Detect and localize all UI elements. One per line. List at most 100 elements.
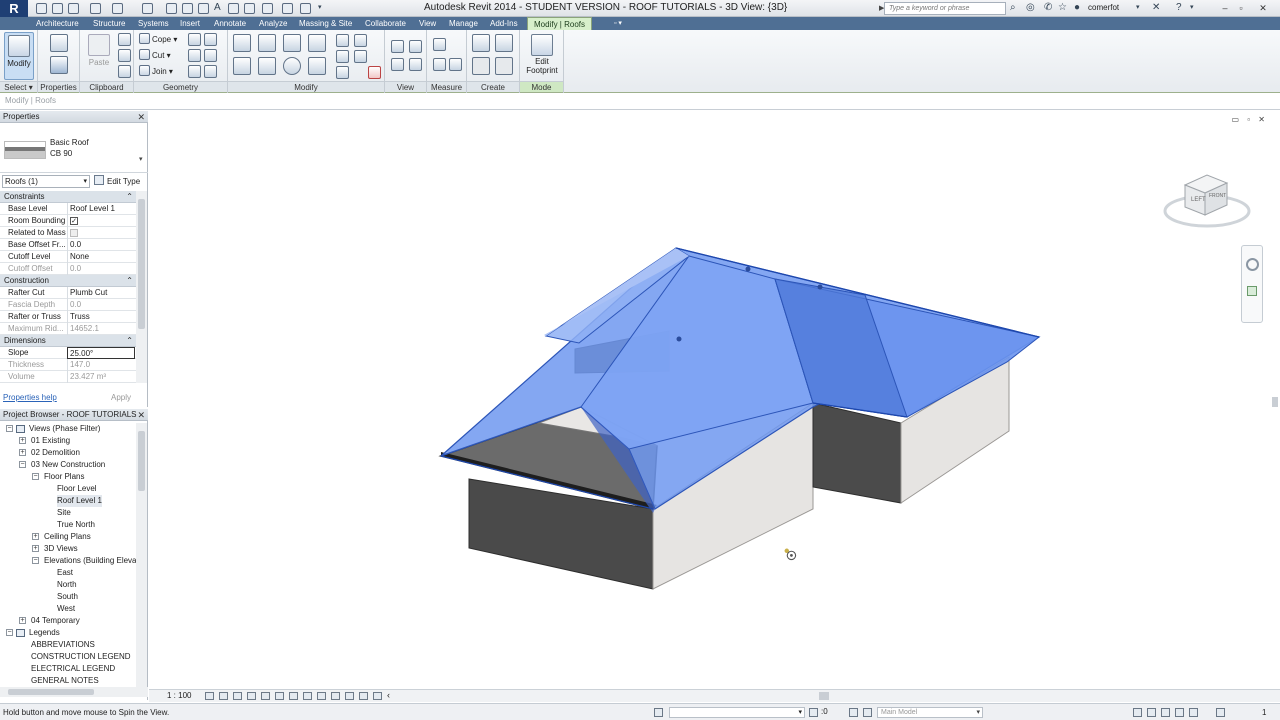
apply-button[interactable]: Apply <box>104 391 138 404</box>
design-option-dropdown[interactable]: Main Model ▾ <box>877 707 983 718</box>
tree-node[interactable]: +01 Existing <box>0 435 136 447</box>
help-icon[interactable]: ? <box>1176 2 1182 14</box>
type-selector[interactable]: Basic Roof CB 90 ▾ <box>0 125 148 173</box>
trim-extend-icon[interactable] <box>308 57 326 75</box>
panel-select-label[interactable]: Select ▾ <box>0 81 37 92</box>
temporary-view-properties-icon[interactable] <box>345 692 354 700</box>
property-group-header[interactable]: Constraints ⌃ <box>0 191 136 203</box>
tree-node[interactable]: GENERAL NOTES <box>0 675 136 687</box>
demolish-icon[interactable] <box>188 65 201 78</box>
array-icon[interactable] <box>336 50 349 63</box>
section-icon[interactable] <box>244 3 255 14</box>
tree-node[interactable]: − Views (Phase Filter) <box>0 423 136 435</box>
chevron-down-icon[interactable]: ▾ <box>139 155 143 163</box>
copy-icon[interactable] <box>118 49 131 62</box>
chevron-left-icon[interactable]: ‹ <box>387 690 390 700</box>
viewcube[interactable]: LEFT FRONT <box>1161 163 1253 235</box>
tab-overflow-icon[interactable]: ▫ ▾ <box>614 17 622 30</box>
aligned-dimension-icon[interactable] <box>433 58 446 71</box>
print-icon[interactable] <box>142 3 153 14</box>
properties-header[interactable]: Properties ✕ <box>0 111 148 123</box>
mirror-draw-icon[interactable] <box>308 34 326 52</box>
detail-level-icon[interactable] <box>205 692 214 700</box>
expand-icon[interactable]: + <box>32 545 39 552</box>
remove-paint-icon[interactable] <box>204 49 217 62</box>
join-button[interactable]: Join ▾ <box>139 65 173 78</box>
edit-type-button[interactable]: Edit Type <box>94 175 140 188</box>
user-icon[interactable]: ● <box>1074 2 1080 14</box>
tree-node[interactable]: East <box>0 567 136 579</box>
property-value[interactable]: Truss <box>67 311 135 323</box>
help-dropdown-icon[interactable]: ▾ <box>1190 2 1194 14</box>
edit-footprint-button[interactable]: Edit Footprint <box>526 32 558 80</box>
align-icon[interactable] <box>233 34 251 52</box>
sun-path-icon[interactable] <box>233 692 242 700</box>
create-group-icon[interactable] <box>472 57 490 75</box>
tab-collaborate[interactable]: Collaborate <box>365 17 406 30</box>
properties-help-link[interactable]: Properties help <box>3 393 57 402</box>
property-value[interactable]: Roof Level 1 <box>67 203 135 215</box>
collapse-icon[interactable]: − <box>6 629 13 636</box>
reveal-hidden-icon[interactable] <box>331 692 340 700</box>
expand-icon[interactable]: + <box>19 437 26 444</box>
analytical-model-icon[interactable] <box>359 692 368 700</box>
cut-icon[interactable] <box>118 33 131 46</box>
tab-modify-roofs[interactable]: Modify | Roofs <box>527 17 592 30</box>
tree-node[interactable]: ABBREVIATIONS <box>0 639 136 651</box>
text-icon[interactable]: A <box>214 2 221 14</box>
close-icon[interactable]: ✕ <box>137 409 145 421</box>
property-group-header[interactable]: Construction ⌃ <box>0 275 136 287</box>
instance-filter-dropdown[interactable]: Roofs (1) ▾ <box>2 175 90 188</box>
offset-icon[interactable] <box>258 34 276 52</box>
3d-viewport[interactable]: ▭ ▫ ✕ LEFT FRONT <box>149 111 1280 689</box>
cope-button[interactable]: Cope ▾ <box>139 33 177 46</box>
binoculars-icon[interactable]: ⌕ <box>1010 2 1016 14</box>
worksets-icon[interactable] <box>654 708 663 717</box>
visual-style-icon[interactable] <box>219 692 228 700</box>
properties-scrollbar[interactable] <box>136 191 147 383</box>
linework-icon[interactable] <box>391 58 404 71</box>
minimize-icon[interactable]: – <box>1218 2 1232 14</box>
create-assembly-icon[interactable] <box>472 34 490 52</box>
qat-dropdown-icon[interactable]: ▾ <box>318 2 322 14</box>
copy-element-icon[interactable] <box>258 57 276 75</box>
steering-wheel-icon[interactable] <box>1246 258 1259 271</box>
tree-node[interactable]: West <box>0 603 136 615</box>
undo-icon[interactable] <box>90 3 101 14</box>
exchange-apps-icon[interactable]: ✕ <box>1152 2 1160 14</box>
measure-between-icon[interactable] <box>433 38 446 51</box>
select-links-icon[interactable] <box>1133 708 1142 717</box>
pin-icon[interactable] <box>336 66 349 79</box>
scrollbar-thumb[interactable] <box>138 199 145 329</box>
editable-only-icon[interactable] <box>809 708 818 717</box>
wall-joins-icon[interactable] <box>188 33 201 46</box>
collapse-icon[interactable]: ⌃ <box>126 335 133 347</box>
tab-view[interactable]: View <box>419 17 436 30</box>
switch-windows-icon[interactable] <box>300 3 311 14</box>
show-crop-icon[interactable] <box>289 692 298 700</box>
thin-lines-icon[interactable] <box>262 3 273 14</box>
design-options-icon[interactable] <box>849 708 858 717</box>
beam-system-icon[interactable] <box>204 65 217 78</box>
select-by-face-icon[interactable] <box>1175 708 1184 717</box>
tree-node[interactable]: −03 New Construction <box>0 459 136 471</box>
close-icon[interactable]: ✕ <box>1256 2 1270 14</box>
property-checkbox-cell[interactable] <box>67 227 135 239</box>
tree-node[interactable]: − Floor Plans <box>0 471 136 483</box>
browser-scrollbar[interactable] <box>136 423 147 687</box>
select-underlay-icon[interactable] <box>1147 708 1156 717</box>
property-value[interactable]: 25.00° <box>67 347 135 359</box>
temporary-hide-icon[interactable] <box>317 692 326 700</box>
tab-massing-site[interactable]: Massing & Site <box>299 17 352 30</box>
subscription-icon[interactable]: ◎ <box>1026 2 1035 14</box>
communication-icon[interactable]: ✆ <box>1044 2 1052 14</box>
tree-node[interactable]: + Ceiling Plans <box>0 531 136 543</box>
tab-systems[interactable]: Systems <box>138 17 169 30</box>
redo-icon[interactable] <box>112 3 123 14</box>
sync-icon[interactable] <box>68 3 79 14</box>
project-browser-header[interactable]: Project Browser - ROOF TUTORIALS ✕ <box>0 409 148 421</box>
checkbox[interactable]: ✓ <box>70 217 78 225</box>
tree-node[interactable]: Roof Level 1 <box>0 495 136 507</box>
tree-node[interactable]: − Legends <box>0 627 136 639</box>
move-icon[interactable] <box>233 57 251 75</box>
